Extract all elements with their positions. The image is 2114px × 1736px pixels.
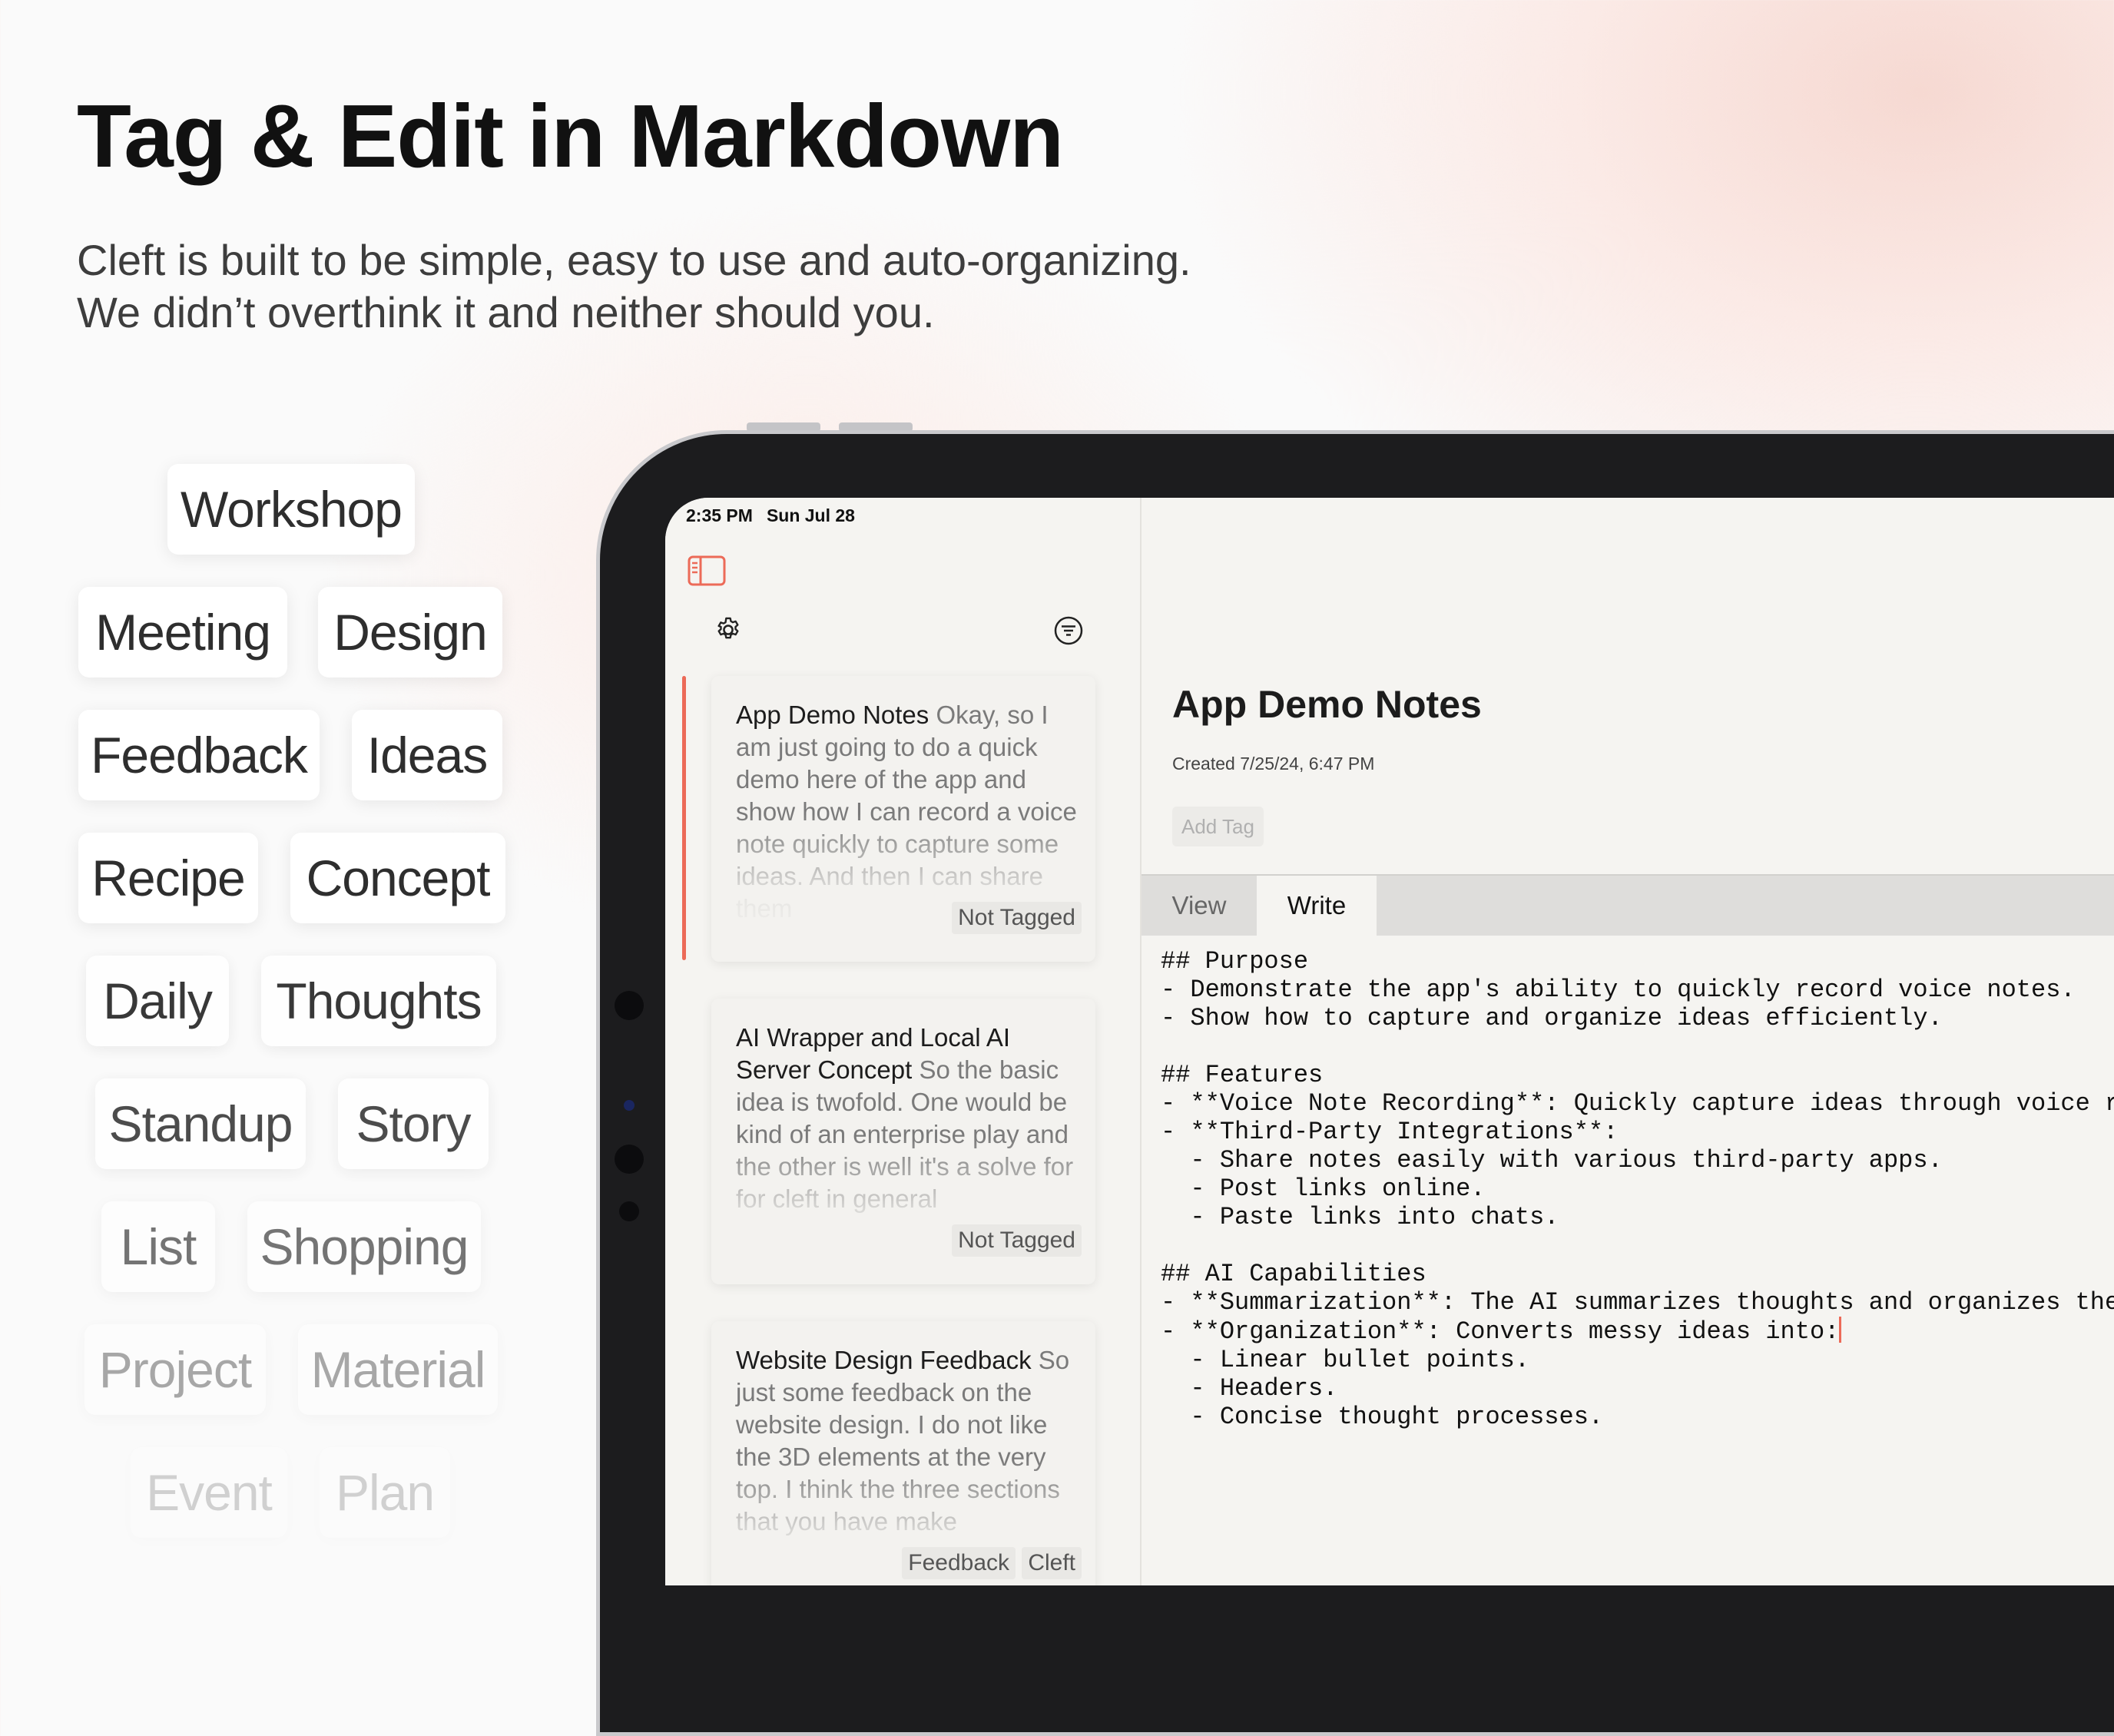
gear-icon[interactable] xyxy=(713,615,744,645)
selected-indicator xyxy=(682,676,686,960)
editor-line: ## AI Capabilities xyxy=(1161,1260,1426,1288)
tag-chip: Event xyxy=(131,1447,287,1538)
editor-line: - Demonstrate the app's ability to quick… xyxy=(1161,976,2076,1004)
add-tag-button[interactable]: Add Tag xyxy=(1172,807,1264,846)
note-title: App Demo Notes xyxy=(736,701,929,729)
tag-chip: Design xyxy=(318,587,502,678)
note-card[interactable]: Website Design Feedback So just some fee… xyxy=(711,1321,1095,1585)
note-tag: Cleft xyxy=(1022,1547,1082,1579)
editor-line: - **Organization**: Converts messy ideas… xyxy=(1161,1317,1840,1346)
sidebar-icon[interactable] xyxy=(687,555,727,587)
status-bar: 2:35 PM Sun Jul 28 xyxy=(686,505,869,526)
filter-icon[interactable] xyxy=(1052,615,1085,647)
tag-chip: Shopping xyxy=(247,1201,481,1292)
editor-line: - Post links online. xyxy=(1161,1174,1486,1203)
status-time: 2:35 PM xyxy=(686,505,753,525)
tag-chip: Recipe xyxy=(78,833,258,923)
editor-line: - **Voice Note Recording**: Quickly capt… xyxy=(1161,1089,2114,1118)
note-tag: Not Tagged xyxy=(952,902,1082,934)
note-title: Website Design Feedback xyxy=(736,1346,1032,1374)
tag-chip: Material xyxy=(298,1324,498,1415)
note-card[interactable]: App Demo Notes Okay, so I am just going … xyxy=(711,676,1095,962)
camera-dot xyxy=(619,1201,639,1221)
editor-line: - Linear bullet points. xyxy=(1161,1346,1530,1374)
tag-chip: Story xyxy=(338,1078,489,1169)
page-subtitle: Cleft is built to be simple, easy to use… xyxy=(77,234,1191,339)
editor-line: ## Features xyxy=(1161,1061,1324,1089)
notes-sidebar: 2:35 PM Sun Jul 28 App Demo Notes Okay, s… xyxy=(665,498,1141,1585)
subtitle-line-2: We didn’t overthink it and neither shoul… xyxy=(77,288,935,336)
tag-chip: Plan xyxy=(320,1447,450,1538)
tag-chip: Feedback xyxy=(78,710,320,800)
tag-chip: Concept xyxy=(290,833,505,923)
editor-line: - **Third-Party Integrations**: xyxy=(1161,1118,1619,1146)
tag-chip: Project xyxy=(84,1324,266,1415)
camera-dot xyxy=(615,1145,644,1174)
subtitle-line-1: Cleft is built to be simple, easy to use… xyxy=(77,236,1191,284)
note-detail-pane: App Demo Notes Created 7/25/24, 6:47 PM … xyxy=(1141,498,2114,1585)
tag-chip: Workshop xyxy=(167,464,415,555)
editor-line: - Show how to capture and organize ideas… xyxy=(1161,1004,1943,1032)
note-card[interactable]: AI Wrapper and Local AI Server Concept S… xyxy=(711,999,1095,1284)
tag-chip: List xyxy=(101,1201,215,1292)
camera-lens xyxy=(624,1100,635,1111)
editor-line: - Share notes easily with various third-… xyxy=(1161,1146,1943,1174)
app-screen: 2:35 PM Sun Jul 28 App Demo Notes Okay, s… xyxy=(665,498,2114,1585)
page-headline: Tag & Edit in Markdown xyxy=(77,86,1064,186)
editor-line: ## Purpose xyxy=(1161,947,1309,976)
tag-chip: Meeting xyxy=(78,587,287,678)
camera-dot xyxy=(615,991,644,1020)
editor-line: - Headers. xyxy=(1161,1374,1338,1403)
tag-chip: Standup xyxy=(95,1078,306,1169)
tag-chip: Ideas xyxy=(352,710,502,800)
editor-line: - Concise thought processes. xyxy=(1161,1403,1604,1431)
status-date: Sun Jul 28 xyxy=(766,505,855,525)
tab-view[interactable]: View xyxy=(1141,876,1257,936)
note-detail-title: App Demo Notes xyxy=(1172,683,1482,726)
editor-line: - Paste links into chats. xyxy=(1161,1203,1559,1231)
editor-line-with-caret: - **Organization**: Converts messy ideas… xyxy=(1161,1317,2114,1346)
view-write-tabs: View Write xyxy=(1141,874,2114,936)
note-created-date: Created 7/25/24, 6:47 PM xyxy=(1172,754,1375,774)
markdown-editor[interactable]: ## Purpose - Demonstrate the app's abilit… xyxy=(1161,947,2114,1431)
tab-write[interactable]: Write xyxy=(1257,876,1377,936)
text-caret xyxy=(1839,1317,1842,1343)
note-tag: Feedback xyxy=(902,1547,1016,1579)
editor-line: - **Summarization**: The AI summarizes t… xyxy=(1161,1288,2114,1317)
tag-chip: Thoughts xyxy=(261,956,496,1046)
tag-chip: Daily xyxy=(86,956,229,1046)
note-tag: Not Tagged xyxy=(952,1224,1082,1257)
